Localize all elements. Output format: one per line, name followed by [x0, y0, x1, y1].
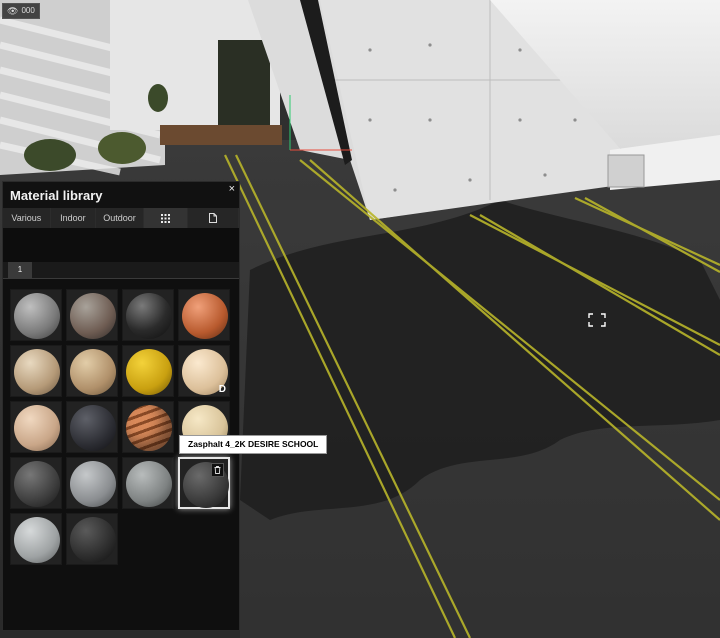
material-badge: D	[218, 384, 226, 395]
trash-icon[interactable]	[211, 463, 224, 477]
panel-toolbar	[3, 228, 239, 262]
material-grid: D	[3, 279, 239, 630]
grid-icon	[160, 213, 170, 223]
material-library-panel: Material library × Various Indoor Outdoo…	[2, 181, 240, 631]
tab-outdoor[interactable]: Outdoor	[96, 208, 144, 228]
page-tab-1[interactable]: 1	[8, 262, 32, 278]
visibility-count: 000	[21, 6, 35, 15]
material-swatch-light-wood[interactable]	[10, 401, 62, 453]
tab-various[interactable]: Various	[3, 208, 51, 228]
material-swatch-striped-wood[interactable]	[122, 401, 174, 453]
material-swatch-dark-rubber[interactable]	[66, 401, 118, 453]
document-view-button[interactable]	[187, 208, 239, 228]
tab-indoor[interactable]: Indoor	[50, 208, 97, 228]
page-tab-row: 1	[3, 262, 239, 279]
material-swatch-grey-matte[interactable]	[66, 457, 118, 509]
material-tooltip: Zasphalt 4_2K DESIRE SCHOOL	[179, 435, 328, 454]
visibility-badge[interactable]: 👁 000	[2, 3, 40, 19]
material-swatch-yellow-fabric[interactable]	[122, 345, 174, 397]
material-swatch-asphalt-dark[interactable]	[178, 457, 230, 509]
material-swatch-concrete-grey[interactable]	[10, 289, 62, 341]
material-swatch-cream-plaster[interactable]: D	[178, 345, 230, 397]
material-swatch-dark-grey-matte[interactable]	[10, 457, 62, 509]
material-swatch-gravel-tan[interactable]	[66, 345, 118, 397]
material-swatch-tile-dark[interactable]	[66, 513, 118, 565]
eye-icon: 👁	[7, 6, 19, 16]
material-swatch-dark-glossy[interactable]	[122, 289, 174, 341]
close-button[interactable]: ×	[229, 183, 235, 195]
category-tabs: Various Indoor Outdoor	[3, 208, 239, 228]
panel-header: Material library ×	[3, 182, 239, 208]
material-swatch-copper-orange[interactable]	[178, 289, 230, 341]
focus-cursor-icon	[588, 313, 606, 327]
material-swatch-light-grey[interactable]	[10, 513, 62, 565]
panel-title: Material library	[10, 188, 103, 203]
document-icon	[208, 213, 217, 223]
material-swatch-grey-rough[interactable]	[122, 457, 174, 509]
grid-view-button[interactable]	[143, 208, 188, 228]
material-swatch-stone-mixed[interactable]	[66, 289, 118, 341]
material-swatch-gravel-beige[interactable]	[10, 345, 62, 397]
